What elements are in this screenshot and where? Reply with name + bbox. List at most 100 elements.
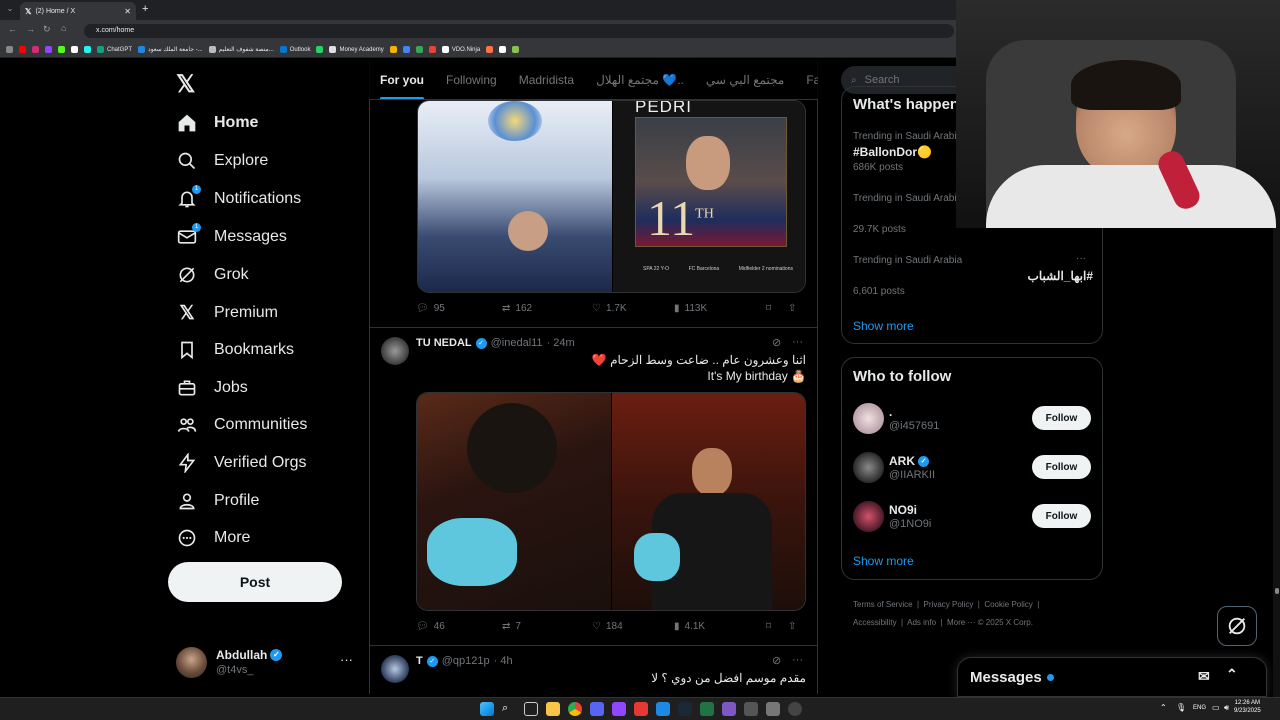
reply-button[interactable]: 💬︎ 46 <box>416 621 502 632</box>
repost-button[interactable]: ⇄ 7 <box>502 621 592 632</box>
tab-hilal-community[interactable]: مجتمع الهلال 💙.. <box>596 73 684 87</box>
reply-button[interactable]: 💬︎ 95 <box>416 303 502 314</box>
who-show-more[interactable]: Show more <box>853 554 914 568</box>
back-icon[interactable]: ← <box>8 24 17 34</box>
suggestion-name[interactable]: ARK <box>889 454 915 468</box>
bookmark-1[interactable]: ChatGPT <box>97 46 132 53</box>
apps-icon[interactable] <box>6 46 13 53</box>
post-time[interactable]: · 24m <box>547 337 575 349</box>
steam-icon[interactable] <box>678 702 692 716</box>
post-1-media[interactable]: PEDRI 11TH SPA 22 Y-O FC Barcelona Midfi… <box>417 100 806 293</box>
footer-link[interactable]: Accessibility <box>853 618 897 627</box>
app-icon[interactable] <box>766 702 780 716</box>
post-2-avatar[interactable] <box>381 337 409 365</box>
follow-button[interactable]: Follow <box>1032 455 1091 479</box>
tab-bc-community[interactable]: مجتمع البي سي <box>706 73 784 87</box>
more-dots-icon[interactable]: ··· <box>340 652 353 667</box>
new-message-icon[interactable]: ✉ <box>1198 668 1210 685</box>
app-icon[interactable] <box>634 702 648 716</box>
bookmark-4[interactable]: Outlook <box>279 46 310 53</box>
misc-bookmark-icon[interactable] <box>512 46 520 53</box>
footer-link[interactable]: Privacy Policy <box>924 600 974 609</box>
bookmark-5[interactable]: Money Academy <box>329 46 384 53</box>
sidebar-item-grok[interactable]: Grok <box>176 264 249 286</box>
taskbar-clock[interactable]: 12:26 AM 9/23/2025 <box>1234 699 1261 715</box>
tiktok-bookmark-icon[interactable] <box>84 46 91 53</box>
suggestion-name[interactable]: NO9i <box>889 503 917 517</box>
misc-bookmark-icon[interactable] <box>486 46 494 53</box>
grok-icon[interactable]: ⊘ <box>772 336 781 349</box>
language-indicator[interactable]: ENG <box>1193 705 1206 711</box>
bookmark-post-icon[interactable]: ⌑ <box>766 303 788 314</box>
kick-bookmark-icon[interactable] <box>58 46 65 53</box>
app-icon[interactable] <box>612 702 626 716</box>
chrome-icon[interactable] <box>568 702 582 716</box>
author-handle[interactable]: @inedal11 <box>491 337 543 349</box>
sidebar-item-explore[interactable]: Explore <box>176 150 268 172</box>
sidebar-item-bookmarks[interactable]: Bookmarks <box>176 339 294 361</box>
misc-bookmark-icon[interactable] <box>389 46 397 53</box>
sidebar-item-premium[interactable]: 𝕏 Premium <box>176 302 278 324</box>
author-name[interactable]: T <box>416 655 423 667</box>
suggestion-avatar[interactable] <box>853 403 884 434</box>
footer-link[interactable]: More ··· <box>947 618 975 627</box>
suggestion-avatar[interactable] <box>853 452 884 483</box>
file-explorer-icon[interactable] <box>546 702 560 716</box>
new-tab-icon[interactable]: + <box>142 3 148 15</box>
account-switcher[interactable]: Abdullah ✓ @t4vs_ ··· <box>176 645 356 681</box>
share-icon[interactable]: ⇧ <box>788 621 796 632</box>
app-icon[interactable] <box>744 702 758 716</box>
app-icon[interactable] <box>722 702 736 716</box>
sidebar-item-home[interactable]: Home <box>176 112 258 134</box>
post-time[interactable]: · 4h <box>494 655 513 667</box>
x-logo-icon[interactable]: 𝕏 <box>176 70 195 99</box>
like-button[interactable]: ♡ 1.7K <box>592 303 674 314</box>
app-icon[interactable] <box>656 702 670 716</box>
post-button[interactable]: Post <box>168 562 342 602</box>
suggestion-name[interactable]: . <box>889 405 892 419</box>
views-button[interactable]: ▮ 113K <box>674 303 766 314</box>
misc-bookmark-icon[interactable] <box>415 46 423 53</box>
author-handle[interactable]: @qp121p <box>442 655 490 667</box>
author-name[interactable]: TU NEDAL <box>416 337 472 349</box>
suggestion-avatar[interactable] <box>853 501 884 532</box>
messages-drawer[interactable]: Messages ✉ ⌃ <box>957 657 1267 697</box>
task-view-icon[interactable] <box>524 702 538 716</box>
sidebar-item-messages[interactable]: 1 Messages <box>176 223 287 248</box>
follow-button[interactable]: Follow <box>1032 504 1091 528</box>
sidebar-item-communities[interactable]: Communities <box>176 414 307 436</box>
trends-show-more[interactable]: Show more <box>853 319 914 333</box>
twitch-bookmark-icon[interactable] <box>45 46 52 53</box>
excel-icon[interactable] <box>700 702 714 716</box>
footer-link[interactable]: Terms of Service <box>853 600 913 609</box>
post-3-avatar[interactable] <box>381 655 409 683</box>
misc-bookmark-icon[interactable] <box>402 46 410 53</box>
start-icon[interactable] <box>480 702 494 716</box>
bookmark-3[interactable]: منصة شفوف التعليم... <box>208 46 274 53</box>
x-bookmark-icon[interactable] <box>71 46 78 53</box>
tab-following[interactable]: Following <box>446 73 497 87</box>
trend-item[interactable]: Trending in Saudi Arabia #ابها_الشباب 6,… <box>853 255 1093 297</box>
tab-madridista[interactable]: Madridista <box>519 73 574 87</box>
bookmark-2[interactable]: جامعة الملك سعود -... <box>138 46 203 53</box>
whatsapp-bookmark-icon[interactable] <box>316 46 324 53</box>
browser-tab[interactable]: 𝕏 (2) Home / X ✕ <box>20 2 136 20</box>
post-2-media[interactable] <box>416 392 806 611</box>
follow-button[interactable]: Follow <box>1032 406 1091 430</box>
more-dots-icon[interactable]: ··· <box>1076 253 1086 264</box>
scrollbar-thumb[interactable] <box>1275 588 1279 594</box>
share-icon[interactable]: ⇧ <box>788 303 796 314</box>
like-button[interactable]: ♡ 184 <box>592 621 674 632</box>
more-dots-icon[interactable]: ··· <box>792 654 803 666</box>
network-icon[interactable]: ▭ <box>1212 703 1220 712</box>
sidebar-item-more[interactable]: More <box>176 527 250 549</box>
views-button[interactable]: ▮ 4.1K <box>674 621 766 632</box>
address-bar[interactable]: x.com/home <box>84 24 954 38</box>
misc-bookmark-icon[interactable] <box>499 46 507 53</box>
collapse-chevron-icon[interactable]: ⌃ <box>1226 666 1238 683</box>
forward-icon[interactable]: → <box>26 24 35 34</box>
search-taskbar-icon[interactable]: ⌕ <box>502 702 516 716</box>
sidebar-item-jobs[interactable]: Jobs <box>176 377 248 399</box>
grok-floating-button[interactable] <box>1217 606 1257 646</box>
bookmark-6[interactable]: VDO.Ninja <box>441 46 480 53</box>
